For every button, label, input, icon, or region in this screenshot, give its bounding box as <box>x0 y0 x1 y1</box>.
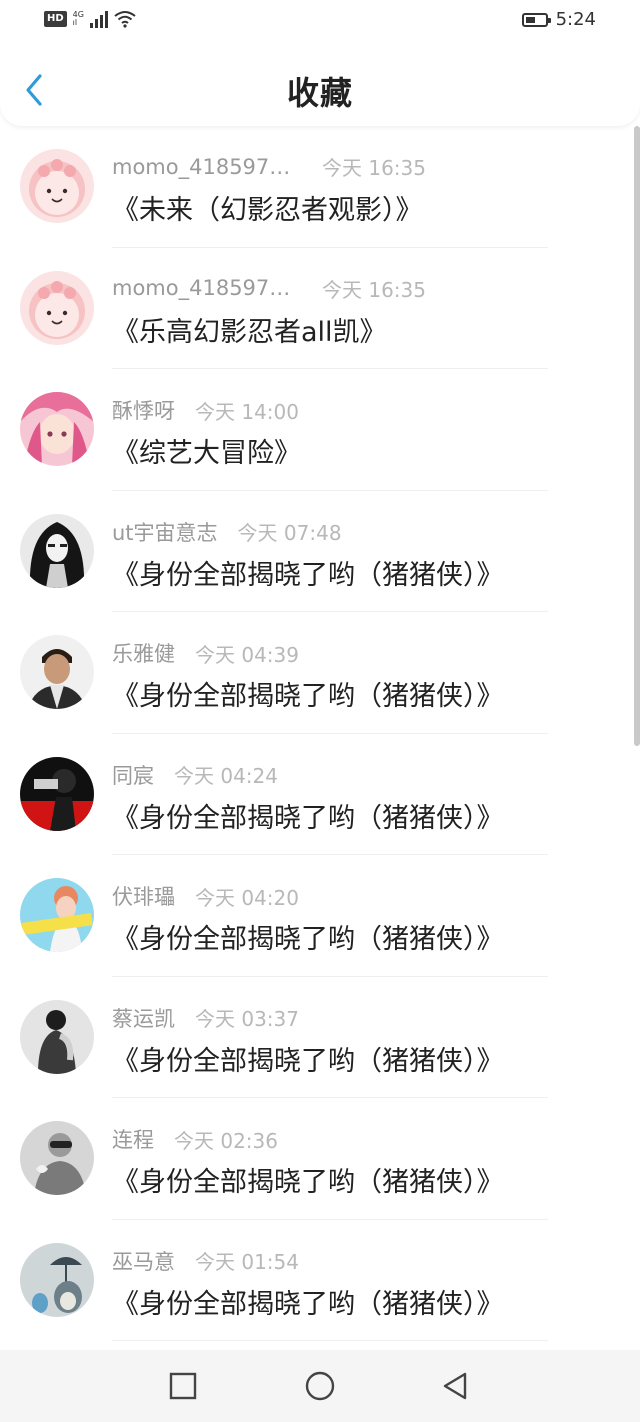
circle-home-icon[interactable] <box>304 1370 336 1402</box>
list-item[interactable]: momo_4185973... 今天 16:35 《未来（幻影忍者观影）》 <box>0 126 628 248</box>
favorite-title[interactable]: 《身份全部揭晓了哟（猪猪侠）》 <box>112 796 504 835</box>
avatar[interactable] <box>20 270 94 345</box>
item-meta: 连程 今天 02:36 <box>112 1124 278 1154</box>
pink-mascot-icon <box>20 149 94 223</box>
favorites-list: momo_4185973... 今天 16:35 《未来（幻影忍者观影）》 mo… <box>0 126 628 1341</box>
username[interactable]: 同宸 <box>112 760 154 790</box>
item-meta: 巫马意 今天 01:54 <box>112 1246 299 1276</box>
username[interactable]: momo_4185973... <box>112 276 302 300</box>
avatar[interactable] <box>20 635 94 709</box>
list-item[interactable]: ut宇宙意志 今天 07:48 《身份全部揭晓了哟（猪猪侠）》 <box>0 491 628 612</box>
network-type: 4G ıl <box>72 10 84 27</box>
square-recents-icon[interactable] <box>167 1370 199 1402</box>
username[interactable]: 伏琲瓃 <box>112 881 175 911</box>
favorite-title[interactable]: 《身份全部揭晓了哟（猪猪侠）》 <box>112 674 504 713</box>
list-item[interactable]: 蔡运凯 今天 03:37 《身份全部揭晓了哟（猪猪侠）》 <box>0 977 628 1098</box>
list-item[interactable]: 乐雅健 今天 04:39 《身份全部揭晓了哟（猪猪侠）》 <box>0 612 628 734</box>
header: 收藏 <box>0 46 640 126</box>
list-item[interactable]: momo_4185973... 今天 16:35 《乐高幻影忍者all凯》 <box>0 248 628 369</box>
timestamp: 今天 03:37 <box>195 1007 299 1031</box>
favorite-title[interactable]: 《综艺大冒险》 <box>112 431 301 470</box>
favorite-title[interactable]: 《身份全部揭晓了哟（猪猪侠）》 <box>112 1282 504 1321</box>
cyan-sticker-icon <box>20 878 94 952</box>
list-item[interactable]: 酥悸呀 今天 14:00 《综艺大冒险》 <box>0 369 628 491</box>
system-nav-bar <box>0 1350 640 1422</box>
hd-badge: HD <box>44 11 67 27</box>
item-meta: 同宸 今天 04:24 <box>112 760 278 790</box>
username[interactable]: 连程 <box>112 1124 154 1154</box>
timestamp: 今天 01:54 <box>195 1250 299 1274</box>
avatar[interactable] <box>20 999 94 1074</box>
username[interactable]: ut宇宙意志 <box>112 517 218 547</box>
wifi-icon <box>114 11 136 28</box>
username[interactable]: 酥悸呀 <box>112 395 175 425</box>
pink-mascot-icon <box>20 270 94 345</box>
man-portrait-icon <box>20 635 94 709</box>
username[interactable]: 乐雅健 <box>112 638 175 668</box>
status-left: HD 4G ıl <box>44 10 136 28</box>
avatar[interactable] <box>20 149 94 223</box>
avatar[interactable] <box>20 1121 94 1195</box>
list-item[interactable]: 巫马意 今天 01:54 《身份全部揭晓了哟（猪猪侠）》 <box>0 1220 628 1341</box>
avatar[interactable] <box>20 878 94 952</box>
totoro-umbrella-icon <box>20 1242 94 1317</box>
battery-icon <box>521 12 551 27</box>
item-meta: ut宇宙意志 今天 07:48 <box>112 517 342 547</box>
timestamp: 今天 02:36 <box>174 1128 278 1153</box>
item-meta: 伏琲瓃 今天 04:20 <box>112 881 299 911</box>
timestamp: 今天 16:35 <box>322 277 426 302</box>
item-meta: momo_4185973... 今天 16:35 <box>112 152 426 181</box>
cell-signal-icon <box>89 10 108 28</box>
status-time: 5:24 <box>555 9 596 30</box>
item-meta: 蔡运凯 今天 03:37 <box>112 1003 299 1033</box>
red-black-figure-icon <box>20 756 94 831</box>
list-item[interactable]: 同宸 今天 04:24 《身份全部揭晓了哟（猪猪侠）》 <box>0 734 628 855</box>
bw-figure-icon <box>20 999 94 1074</box>
item-meta: 乐雅健 今天 04:39 <box>112 638 299 668</box>
username[interactable]: 蔡运凯 <box>112 1003 175 1033</box>
list-item[interactable]: 连程 今天 02:36 《身份全部揭晓了哟（猪猪侠）》 <box>0 1098 628 1220</box>
timestamp: 今天 14:00 <box>195 399 299 424</box>
grey-figure-icon <box>20 1121 94 1195</box>
favorite-title[interactable]: 《乐高幻影忍者all凯》 <box>112 310 387 349</box>
item-meta: momo_4185973... 今天 16:35 <box>112 274 426 303</box>
username[interactable]: 巫马意 <box>112 1246 175 1276</box>
avatar[interactable] <box>20 1242 94 1317</box>
timestamp: 今天 04:24 <box>174 764 278 788</box>
dark-hair-figure-icon <box>20 513 94 588</box>
page-title: 收藏 <box>286 74 353 112</box>
list-item[interactable]: 伏琲瓃 今天 04:20 《身份全部揭晓了哟（猪猪侠）》 <box>0 855 628 977</box>
status-right: 5:24 <box>521 9 596 30</box>
favorite-title[interactable]: 《身份全部揭晓了哟（猪猪侠）》 <box>112 917 504 956</box>
status-bar: HD 4G ıl 5:24 <box>0 0 640 46</box>
avatar[interactable] <box>20 392 94 466</box>
divider <box>112 1340 548 1341</box>
favorite-title[interactable]: 《身份全部揭晓了哟（猪猪侠）》 <box>112 1039 504 1078</box>
scrollbar[interactable] <box>634 126 640 746</box>
timestamp: 今天 16:35 <box>322 156 426 180</box>
triangle-back-icon[interactable] <box>439 1370 471 1402</box>
avatar[interactable] <box>20 513 94 588</box>
favorite-title[interactable]: 《身份全部揭晓了哟（猪猪侠）》 <box>112 1160 504 1199</box>
pink-hair-anime-icon <box>20 392 94 466</box>
timestamp: 今天 07:48 <box>237 521 342 545</box>
item-meta: 酥悸呀 今天 14:00 <box>112 395 299 425</box>
favorite-title[interactable]: 《身份全部揭晓了哟（猪猪侠）》 <box>112 553 504 592</box>
username[interactable]: momo_4185973... <box>112 155 302 179</box>
timestamp: 今天 04:39 <box>195 642 299 667</box>
favorite-title[interactable]: 《未来（幻影忍者观影）》 <box>112 188 423 227</box>
timestamp: 今天 04:20 <box>195 885 299 910</box>
avatar[interactable] <box>20 756 94 831</box>
